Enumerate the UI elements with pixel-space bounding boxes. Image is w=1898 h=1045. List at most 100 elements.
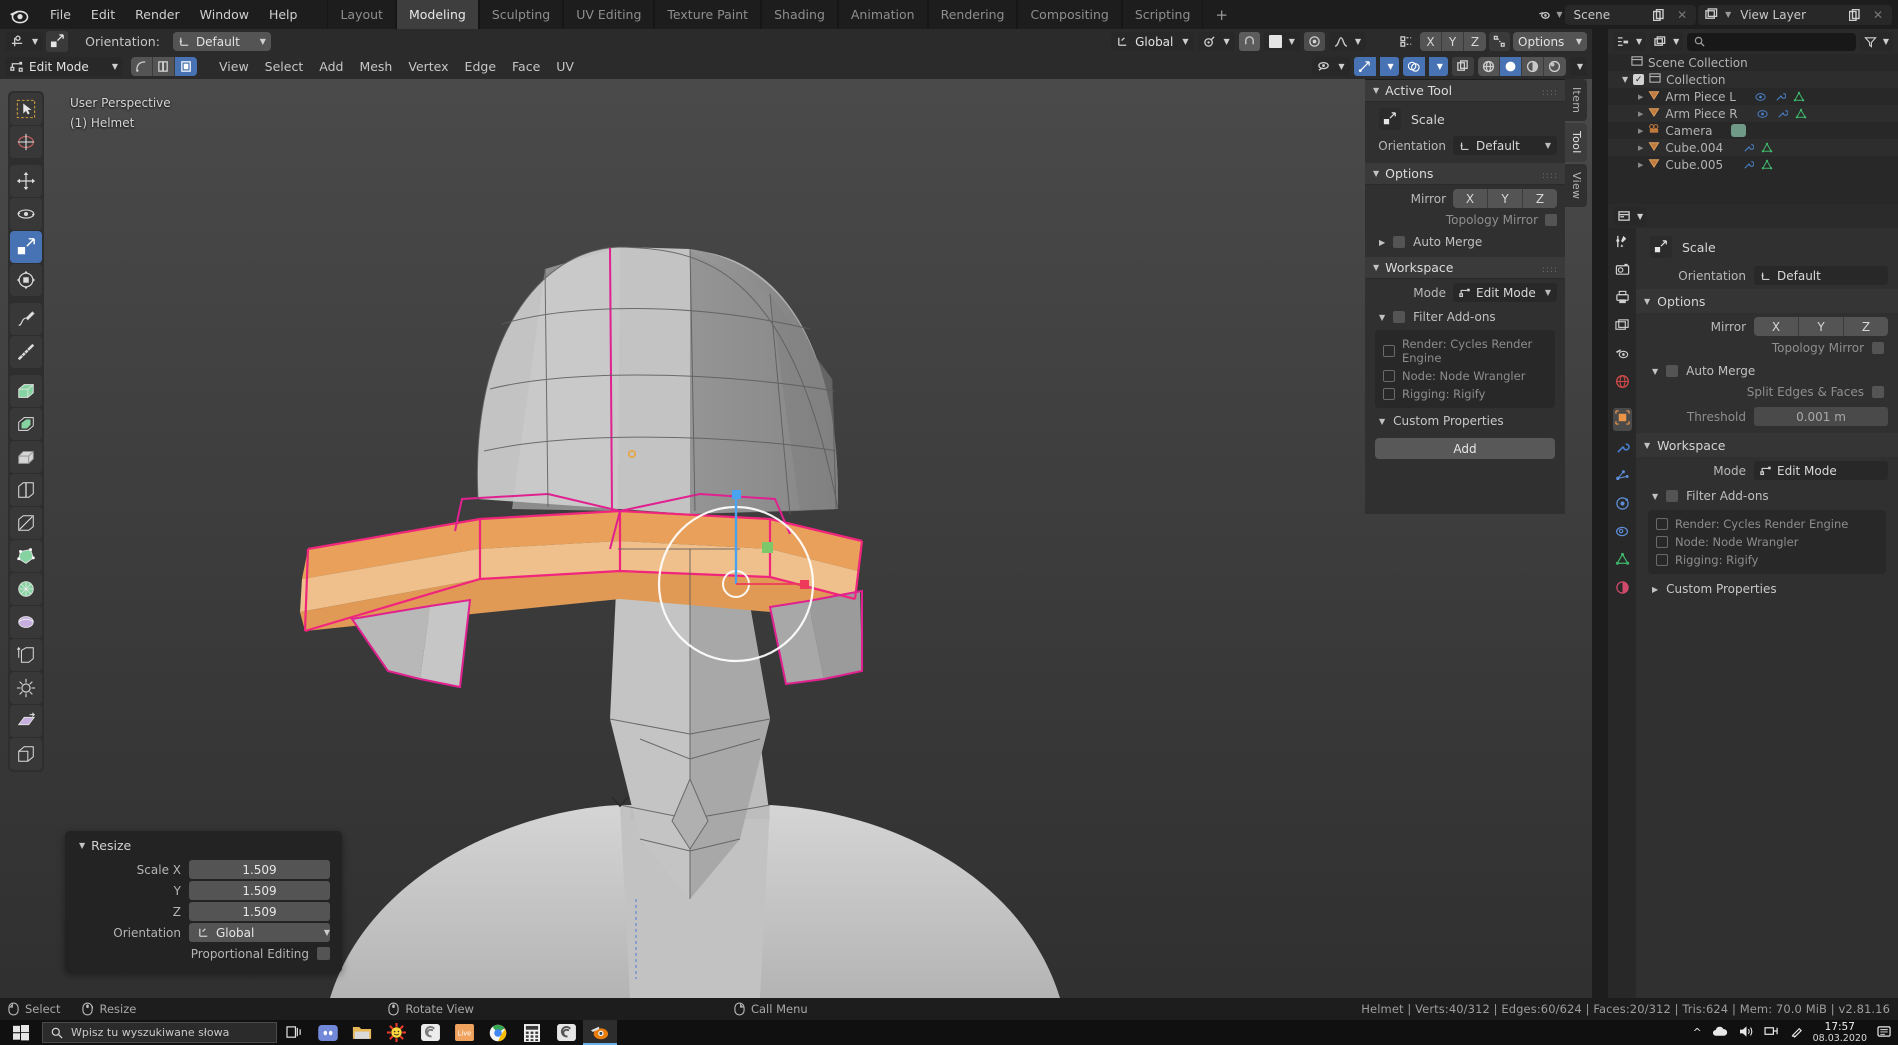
chevron-right-icon[interactable]: ▶ [1638,93,1643,101]
menu-add[interactable]: Add [311,57,351,76]
menu-file[interactable]: File [40,4,81,25]
outliner-row-scene-collection[interactable]: Scene Collection [1608,54,1898,71]
addon-checkbox[interactable] [1383,345,1395,357]
scale-y-input[interactable]: 1.509 [189,881,330,900]
tab-sculpting[interactable]: Sculpting [478,0,564,29]
bevel-tool[interactable] [10,441,42,473]
material-preview-button[interactable] [1521,57,1544,76]
action-center-icon[interactable] [1877,1025,1892,1041]
new-scene-icon[interactable] [1648,5,1668,25]
topology-mirror-icon[interactable] [1489,32,1510,51]
npanel-tab-tool[interactable]: Tool [1565,123,1587,162]
custom-properties-row[interactable]: ▼ Custom Properties [1365,410,1565,432]
menu-mesh[interactable]: Mesh [351,57,400,76]
operator-panel-header[interactable]: ▼ Resize [65,837,342,860]
addon-checkbox[interactable] [1656,554,1668,566]
chevron-right-icon[interactable]: ▶ [1652,585,1658,594]
material-tab[interactable] [1615,580,1630,599]
tab-scripting[interactable]: Scripting [1121,0,1204,29]
proportional-editing-checkbox[interactable] [317,947,330,960]
view-layer-browse-icon[interactable] [1701,5,1721,25]
sketch-app-icon[interactable] [549,1020,583,1045]
props-auto-merge-checkbox[interactable] [1666,365,1679,377]
chevron-down-icon[interactable]: ▼ [1644,441,1650,450]
rotate-tool[interactable] [10,198,42,230]
rip-region-tool[interactable] [10,738,42,770]
visibility-dropdown[interactable]: ▼ [1312,57,1350,76]
outliner-row-camera[interactable]: ▶ Camera [1608,122,1898,139]
onedrive-icon[interactable] [1712,1025,1729,1040]
show-overlays-toggle[interactable] [1402,57,1425,76]
gimp-icon[interactable] [413,1020,447,1045]
collapse-triangle-icon[interactable]: ▼ [79,841,85,850]
menu-window[interactable]: Window [190,4,259,25]
npanel-tab-item[interactable]: Item [1565,79,1587,122]
blender-logo-icon[interactable] [8,5,30,25]
volume-icon[interactable] [1739,1025,1754,1041]
delete-scene-icon[interactable]: ✕ [1672,5,1692,25]
addon-item[interactable]: Node: Node Wrangler [1654,533,1880,551]
npanel-mode-dropdown[interactable]: Edit Mode ▼ [1453,283,1557,302]
scale-tool[interactable] [10,231,42,263]
props-options-header[interactable]: ▼ Options [1636,289,1898,313]
start-button-icon[interactable] [0,1020,42,1045]
addon-item[interactable]: Rigging: Rigify [1654,551,1880,569]
tab-shading[interactable]: Shading [761,0,838,29]
discord-icon[interactable] [311,1020,345,1045]
addon-item[interactable]: Node: Node Wrangler [1381,367,1549,385]
collection-checkbox[interactable]: ✓ [1633,74,1645,85]
wireframe-shading-button[interactable] [1477,57,1500,76]
menu-view[interactable]: View [211,57,257,76]
chevron-right-icon[interactable]: ▶ [1638,144,1643,152]
npanel-mirror-y[interactable]: Y [1488,189,1523,208]
new-view-layer-icon[interactable] [1844,5,1864,25]
chevron-down-icon[interactable]: ▼ [1652,367,1658,376]
chevron-down-icon[interactable]: ▼ [1622,75,1628,84]
chrome-icon[interactable] [481,1020,515,1045]
view-layer-tab[interactable] [1614,318,1630,337]
poly-build-tool[interactable] [10,540,42,572]
spin-tool[interactable] [10,573,42,605]
scale-z-input[interactable]: 1.509 [189,902,330,921]
edge-slide-tool[interactable] [10,639,42,671]
props-threshold-input[interactable]: 0.001 m [1754,407,1888,426]
gizmo-settings-dropdown[interactable]: ▼ [1379,57,1399,76]
transform-orientation-dropdown[interactable]: Global ▼ [1111,32,1194,51]
view-layer-field[interactable]: ▼ View Layer ✕ [1698,4,1892,25]
tab-modeling[interactable]: Modeling [395,0,479,29]
face-select-mode-button[interactable] [175,57,197,76]
outliner-filter-icon[interactable]: ▼ [1859,32,1893,51]
mirror-y-toggle[interactable]: Y [1442,32,1464,51]
outliner-row-arm-piece-r[interactable]: ▶ Arm Piece R [1608,105,1898,122]
inset-faces-tool[interactable] [10,408,42,440]
mirror-z-toggle[interactable]: Z [1464,32,1486,51]
tab-uv-editing[interactable]: UV Editing [563,0,655,29]
cursor-tool[interactable] [10,126,42,158]
3d-viewport[interactable]: User Perspective (1) Helmet ▼ Resize Sca… [0,79,1592,998]
npanel-mirror-x[interactable]: X [1453,189,1488,208]
chevron-right-icon[interactable]: ▶ [1638,110,1643,118]
npanel-mirror-z[interactable]: Z [1523,189,1557,208]
active-tool-panel-header[interactable]: ▼ Active Tool :::: [1365,80,1565,102]
outliner-row-arm-piece-l[interactable]: ▶ Arm Piece L [1608,88,1898,105]
world-tab[interactable] [1615,374,1630,393]
output-tab[interactable] [1615,290,1630,309]
addon-checkbox[interactable] [1383,388,1395,400]
solid-shading-button[interactable] [1499,57,1522,76]
props-workspace-header[interactable]: ▼ Workspace [1636,433,1898,457]
workspace-panel-header[interactable]: ▼ Workspace :::: [1365,257,1565,279]
props-split-edges-checkbox[interactable] [1872,386,1884,398]
options-panel-header[interactable]: ▼ Options :::: [1365,163,1565,185]
shading-settings-dropdown[interactable]: ▼ [1569,57,1587,76]
chevron-right-icon[interactable]: ▶ [1638,127,1643,135]
props-filter-addons-checkbox[interactable] [1666,490,1679,502]
file-explorer-icon[interactable] [345,1020,379,1045]
addon-checkbox[interactable] [1656,536,1668,548]
modifier-tab[interactable] [1615,440,1630,459]
menu-edge[interactable]: Edge [457,57,504,76]
measure-tool[interactable] [10,336,42,368]
taskbar-clock[interactable]: 17:57 08.03.2020 [1813,1021,1867,1044]
tool-tab[interactable] [1615,234,1630,253]
move-tool[interactable] [10,165,42,197]
outliner-display-mode-dropdown[interactable]: ▼ [1650,32,1684,51]
